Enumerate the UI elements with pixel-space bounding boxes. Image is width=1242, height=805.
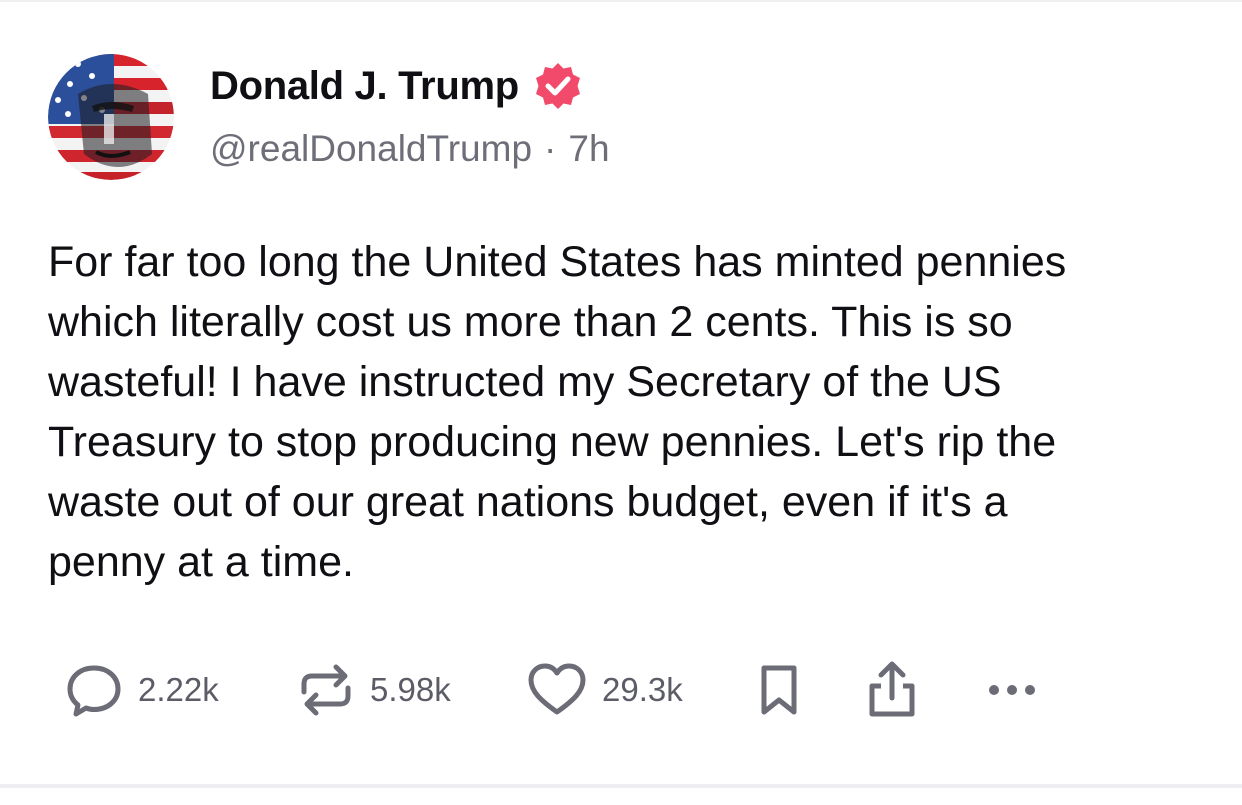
share-icon [869, 661, 915, 717]
bookmark-button[interactable] [754, 662, 804, 718]
like-button[interactable]: 29.3k [526, 662, 683, 718]
handle-row: @realDonaldTrump · 7h [210, 128, 610, 170]
heart-icon [528, 663, 586, 715]
avatar-image [48, 54, 174, 180]
post-body: For far too long the United States has m… [48, 238, 1067, 586]
author-name[interactable]: Donald J. Trump [210, 64, 519, 109]
share-button[interactable] [864, 661, 920, 718]
repost-count: 5.98k [370, 671, 451, 708]
bottom-divider [0, 784, 1242, 788]
bookmark-icon [761, 665, 797, 715]
author-handle[interactable]: @realDonaldTrump [210, 128, 532, 170]
reply-count: 2.22k [138, 671, 219, 708]
reply-icon [67, 665, 121, 717]
top-divider [0, 0, 1242, 2]
like-count: 29.3k [602, 671, 683, 708]
reply-button[interactable]: 2.22k [64, 662, 219, 718]
verified-badge-icon [533, 61, 583, 111]
repost-icon [301, 664, 351, 716]
author-row: Donald J. Trump [210, 60, 583, 112]
more-button[interactable] [982, 662, 1042, 718]
separator: · [544, 128, 557, 169]
post-timestamp[interactable]: 7h [568, 128, 609, 170]
repost-button[interactable]: 5.98k [296, 662, 451, 718]
avatar[interactable] [48, 54, 174, 180]
more-icon [989, 685, 1035, 695]
